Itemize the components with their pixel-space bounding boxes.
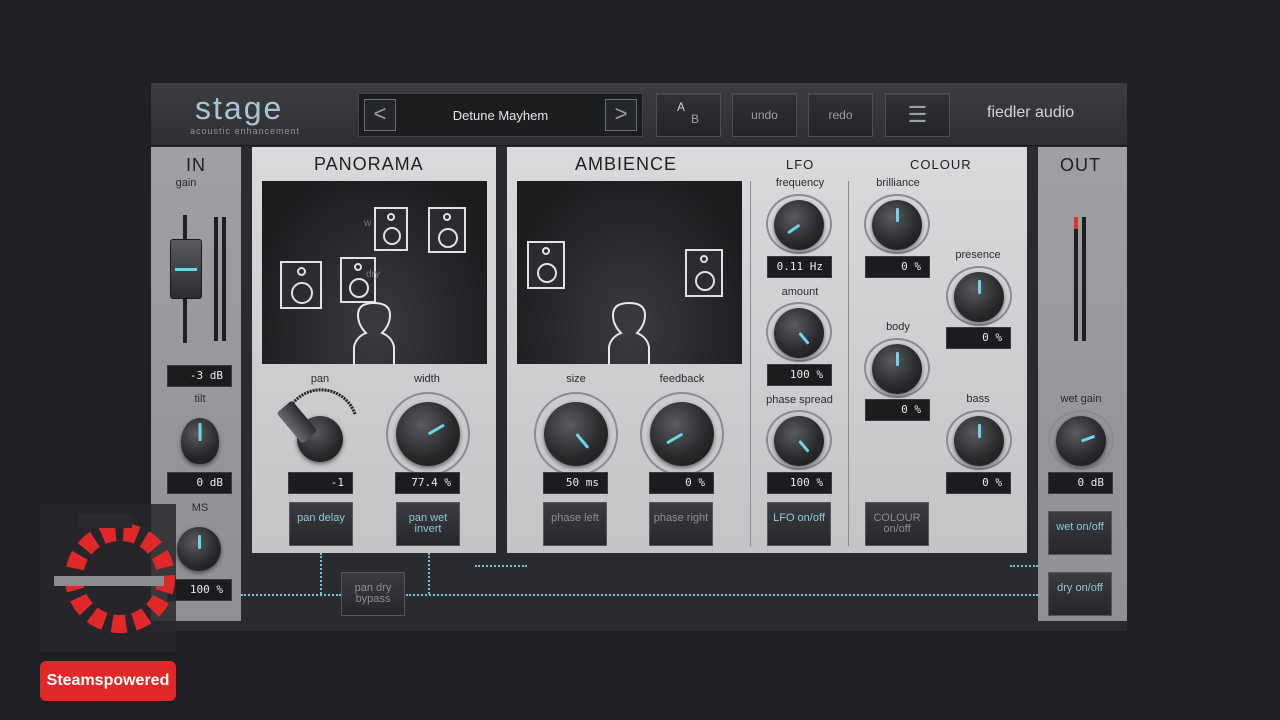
pan-delay-button[interactable]: pan delay xyxy=(289,502,353,546)
presence-label: presence xyxy=(955,249,1001,261)
frequency-value[interactable]: 0.11 Hz xyxy=(767,256,832,278)
gain-value[interactable]: -3 dB xyxy=(167,365,232,387)
listener-head-icon xyxy=(353,301,395,364)
preset-name[interactable]: Detune Mayhem xyxy=(398,108,603,123)
watermark-logo xyxy=(40,504,176,652)
wet-toggle-button[interactable]: wet on/off xyxy=(1048,511,1112,555)
phase-left-button[interactable]: phase left xyxy=(543,502,607,546)
feedback-value[interactable]: 0 % xyxy=(649,472,714,494)
out-meter-right xyxy=(1082,217,1086,341)
frequency-knob[interactable] xyxy=(774,200,824,250)
out-title: OUT xyxy=(1060,155,1101,175)
out-meter-left xyxy=(1074,217,1078,341)
body-knob[interactable] xyxy=(872,344,922,394)
pan-dry-bypass-button[interactable]: pan dry bypass xyxy=(341,572,405,616)
preset-next-button[interactable]: > xyxy=(605,99,637,131)
width-knob[interactable] xyxy=(396,402,460,466)
signal-wire xyxy=(475,565,527,567)
phase-spread-label: phase spread xyxy=(766,394,833,406)
width-label: width xyxy=(414,373,440,385)
bass-knob[interactable] xyxy=(954,416,1004,466)
undo-button[interactable]: undo xyxy=(732,93,797,137)
colour-toggle-button[interactable]: COLOUR on/off xyxy=(865,502,929,546)
gain-label: gain xyxy=(175,177,197,189)
presence-knob[interactable] xyxy=(954,272,1004,322)
wet-gain-label: wet gain xyxy=(1060,393,1102,405)
frequency-label: frequency xyxy=(775,177,825,189)
phase-spread-value[interactable]: 100 % xyxy=(767,472,832,494)
ms-knob[interactable] xyxy=(177,527,221,571)
amount-knob[interactable] xyxy=(774,308,824,358)
pan-knob[interactable] xyxy=(276,400,343,462)
ms-label: MS xyxy=(191,502,209,514)
preset-prev-button[interactable]: < xyxy=(364,99,396,131)
tilt-label: tilt xyxy=(194,393,206,405)
signal-wire xyxy=(320,553,322,594)
bass-value[interactable]: 0 % xyxy=(946,472,1011,494)
ab-compare-button[interactable]: A B xyxy=(656,93,721,137)
vendor-logo: fiedler audio xyxy=(987,104,1075,121)
in-title: IN xyxy=(186,155,206,175)
panorama-title: PANORAMA xyxy=(314,154,424,174)
listener-head-icon xyxy=(608,301,650,364)
size-value[interactable]: 50 ms xyxy=(543,472,608,494)
in-meter-right xyxy=(222,217,226,341)
body-value[interactable]: 0 % xyxy=(865,399,930,421)
gear-icon xyxy=(54,514,175,633)
gain-fader-handle[interactable] xyxy=(170,239,202,299)
product-logo: stage xyxy=(195,90,284,126)
tilt-value[interactable]: 0 dB xyxy=(167,472,232,494)
dry-toggle-button[interactable]: dry on/off xyxy=(1048,572,1112,616)
size-knob[interactable] xyxy=(544,402,608,466)
pan-wet-invert-button[interactable]: pan wet invert xyxy=(396,502,460,546)
signal-wire xyxy=(241,594,341,596)
phase-right-button[interactable]: phase right xyxy=(649,502,713,546)
bass-label: bass xyxy=(966,393,990,405)
width-value[interactable]: 77.4 % xyxy=(395,472,460,494)
pan-value[interactable]: -1 xyxy=(288,472,353,494)
ab-a-label: A xyxy=(677,100,686,114)
ambience-scene[interactable] xyxy=(517,181,742,364)
pan-label: pan xyxy=(310,373,330,385)
colour-title: COLOUR xyxy=(910,157,972,172)
menu-icon[interactable]: ☰ xyxy=(885,93,950,137)
lfo-toggle-button[interactable]: LFO on/off xyxy=(767,502,831,546)
feedback-label: feedback xyxy=(659,373,705,385)
body-label: body xyxy=(886,321,910,333)
divider xyxy=(848,181,849,546)
wet-gain-knob[interactable] xyxy=(1056,416,1106,466)
brilliance-value[interactable]: 0 % xyxy=(865,256,930,278)
product-subtitle: acoustic enhancement xyxy=(190,126,301,136)
divider xyxy=(750,181,751,546)
size-label: size xyxy=(566,373,586,385)
wet-gain-value[interactable]: 0 dB xyxy=(1048,472,1113,494)
ab-b-label: B xyxy=(691,112,700,126)
phase-spread-knob[interactable] xyxy=(774,416,824,466)
ambience-title: AMBIENCE xyxy=(575,154,678,174)
watermark-text: Steamspowered xyxy=(40,661,176,701)
in-meter-left xyxy=(214,217,218,341)
signal-wire xyxy=(428,553,430,594)
signal-wire xyxy=(1010,565,1038,567)
amount-label: amount xyxy=(781,286,819,298)
panorama-scene[interactable]: w dry xyxy=(262,181,487,364)
ms-value[interactable]: 100 % xyxy=(167,579,232,601)
tilt-knob[interactable] xyxy=(181,418,219,464)
feedback-knob[interactable] xyxy=(650,402,714,466)
amount-value[interactable]: 100 % xyxy=(767,364,832,386)
brilliance-label: brilliance xyxy=(876,177,920,189)
redo-button[interactable]: redo xyxy=(808,93,873,137)
presence-value[interactable]: 0 % xyxy=(946,327,1011,349)
lfo-title: LFO xyxy=(786,157,815,172)
signal-wire xyxy=(406,594,1038,596)
brilliance-knob[interactable] xyxy=(872,200,922,250)
